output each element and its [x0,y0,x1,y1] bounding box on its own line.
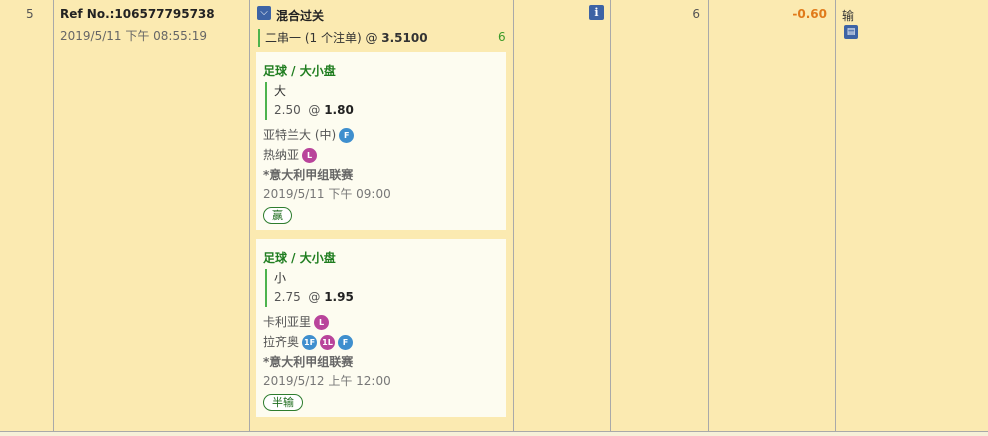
1f-badge-icon: 1F [302,335,318,350]
leg-selection: 大 [274,84,287,98]
reference-cell: Ref No.:106577795738 2019/5/11 下午 08:55:… [54,0,250,431]
leg-card: 足球 / 大小盘 小 2.75 @ 1.95 卡利亚里 L 拉齐奥 1F 1L F *意… [256,239,506,417]
row-index: 5 [26,7,34,21]
chevron-down-icon[interactable]: ⌵ [257,6,271,20]
leg-home-team: 卡利亚里 L [263,313,330,330]
leg-kickoff: 2019/5/12 上午 12:00 [263,374,391,388]
amount-value: -0.60 [792,7,827,21]
l-badge-icon: L [314,315,330,330]
bet-type-label: 混合过关 [276,9,325,23]
leg-handicap: 2.50 [274,103,301,117]
leg-odds: 1.80 [324,103,354,117]
leg-handicap-odds: 2.50 @ 1.80 [274,103,354,117]
leg-sport-market: 足球 / 大小盘 [263,64,336,78]
amount-cell: -0.60 [709,0,836,431]
leg-handicap-odds: 2.75 @ 1.95 [274,290,354,304]
info-icon[interactable]: i [589,5,604,20]
parlay-desc: 二串一 (1 个注单) @ [265,31,382,45]
leg-card: 足球 / 大小盘 大 2.50 @ 1.80 亚特兰大 (中) F 热纳亚 L *意… [256,52,506,230]
f-badge-icon: F [338,335,354,350]
parlay-odds: 3.5100 [381,31,428,45]
leg-selection-block: 大 2.50 @ 1.80 [265,82,394,120]
result-cell: 输 ▤ [836,0,988,431]
leg-kickoff: 2019/5/11 下午 09:00 [263,187,391,201]
leg-sport-market: 足球 / 大小盘 [263,251,336,265]
team-name: 亚特兰大 (中) [263,128,337,142]
leg-odds: 1.95 [324,290,354,304]
parlay-summary: 二串一 (1 个注单) @ 3.5100 [258,29,428,47]
1l-badge-icon: 1L [320,335,336,350]
leg-home-team: 亚特兰大 (中) F [263,126,355,143]
detail-cell: ⌵ 混合过关 二串一 (1 个注单) @ 3.5100 6 足球 / 大小盘 大… [250,0,514,431]
leg-away-team: 热纳亚 L [263,146,318,163]
team-name: 拉齐奥 [263,335,300,349]
l-badge-icon: L [302,148,318,163]
index-cell: 5 [0,0,54,431]
leg-selection: 小 [274,271,287,285]
leg-handicap: 2.75 [274,290,301,304]
bet-row: 5 Ref No.:106577795738 2019/5/11 下午 08:5… [0,0,988,431]
leg-at: @ [308,103,325,117]
info-cell: i [514,0,611,431]
result-status: 输 [842,9,855,23]
leg-league: *意大利甲组联赛 [263,168,354,182]
count-value: 6 [692,7,700,21]
leg-status-badge: 半输 [263,394,303,411]
ref-number: Ref No.:106577795738 [60,7,215,21]
leg-away-team: 拉齐奥 1F 1L F [263,333,354,350]
next-row-edge [0,431,988,436]
leg-status-badge: 赢 [263,207,292,224]
parlay-count: 6 [498,30,506,44]
team-name: 卡利亚里 [263,315,312,329]
leg-league: *意大利甲组联赛 [263,355,354,369]
note-icon[interactable]: ▤ [844,25,858,39]
team-name: 热纳亚 [263,148,300,162]
leg-at: @ [308,290,325,304]
leg-selection-block: 小 2.75 @ 1.95 [265,269,394,307]
count-cell: 6 [611,0,709,431]
f-badge-icon: F [339,128,355,143]
bet-time: 2019/5/11 下午 08:55:19 [60,29,208,43]
